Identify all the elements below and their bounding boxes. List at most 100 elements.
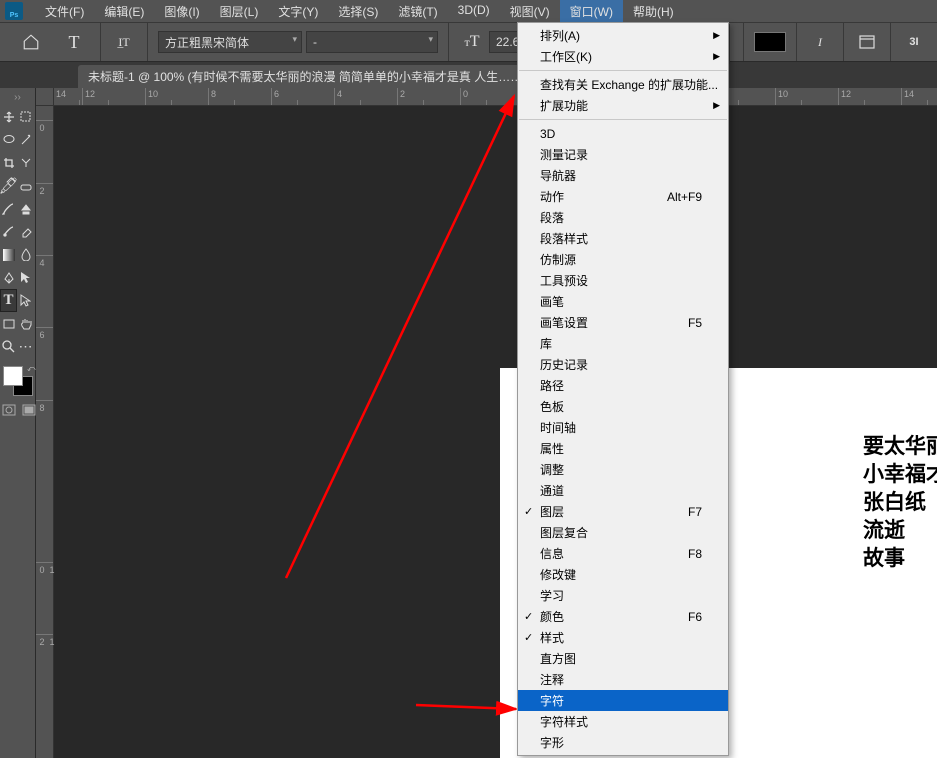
text-color-swatch[interactable] [754,32,786,52]
menu-3d[interactable]: 3D(D) [448,0,500,23]
menu-item-工作区K[interactable]: 工作区(K)▶ [518,46,728,67]
ruler-tick: 1 2 [36,634,53,636]
menu-item-测量记录[interactable]: 测量记录 [518,144,728,165]
menu-item-信息[interactable]: 信息F8 [518,543,728,564]
horizontal-ruler[interactable]: 141210864202468101214 [53,88,937,106]
quickmask-icon[interactable] [2,404,16,419]
ruler-origin[interactable] [36,88,54,106]
menu-视图[interactable]: 视图(V) [500,0,560,23]
menu-item-调整[interactable]: 调整 [518,459,728,480]
brush-tool[interactable] [0,197,17,220]
options-bar: T I̲T ▾ ▾ тT I 3I [0,22,937,62]
chevron-down-icon[interactable]: ▾ [428,34,433,45]
foreground-swatch[interactable] [3,366,23,386]
pen-tool[interactable] [0,266,17,289]
color-swatches[interactable]: ⤺ [3,366,33,396]
lasso-tool[interactable] [0,128,17,151]
text-orientation-icon[interactable]: I̲T [114,32,134,52]
home-icon[interactable] [21,32,41,52]
menu-item-库[interactable]: 库 [518,333,728,354]
menu-item-字符[interactable]: 字符 [518,690,728,711]
menu-item-时间轴[interactable]: 时间轴 [518,417,728,438]
character-panel-icon[interactable] [857,32,877,52]
zoom-tool[interactable] [0,335,17,358]
menu-选择[interactable]: 选择(S) [328,0,388,23]
menu-item-属性[interactable]: 属性 [518,438,728,459]
warp-text-icon[interactable]: I [810,32,830,52]
menu-item-学习[interactable]: 学习 [518,585,728,606]
menu-item-字符样式[interactable]: 字符样式 [518,711,728,732]
history-brush-tool[interactable] [0,220,17,243]
menu-item-仿制源[interactable]: 仿制源 [518,249,728,270]
toolbox-grip-icon[interactable]: ›› [0,92,35,103]
menu-item-排列A[interactable]: 排列(A)▶ [518,25,728,46]
menu-item-颜色[interactable]: 颜色F6 [518,606,728,627]
menu-item-色板[interactable]: 色板 [518,396,728,417]
clone-stamp-tool[interactable] [17,197,34,220]
font-style-select[interactable] [306,31,438,53]
ruler-tick: 8 [208,88,271,105]
menu-滤镜[interactable]: 滤镜(T) [388,0,447,23]
menu-item-历史记录[interactable]: 历史记录 [518,354,728,375]
menu-item-样式[interactable]: 样式 [518,627,728,648]
ruler-tick: 2 [397,88,460,105]
menu-图层[interactable]: 图层(L) [210,0,269,23]
swap-colors-icon[interactable]: ⤺ [27,364,35,372]
menu-item-工具预设[interactable]: 工具预设 [518,270,728,291]
hand-tool[interactable] [17,312,34,335]
menu-item-路径[interactable]: 路径 [518,375,728,396]
eyedropper-tool[interactable]: 🖋 [0,174,17,197]
window-menu-dropdown: 排列(A)▶工作区(K)▶ 查找有关 Exchange 的扩展功能...扩展功能▶… [517,22,729,756]
magic-wand-tool[interactable] [17,128,34,151]
ruler-tick: 0 [460,88,523,105]
menu-窗口[interactable]: 窗口(W) [560,0,623,23]
eraser-tool[interactable] [17,220,34,243]
menu-item-导航器[interactable]: 导航器 [518,165,728,186]
menu-item-直方图[interactable]: 直方图 [518,648,728,669]
menu-item-通道[interactable]: 通道 [518,480,728,501]
vertical-ruler[interactable]: 024681 01 2 [36,105,54,758]
ruler-tick: 4 [36,255,53,257]
menu-item-图层复合[interactable]: 图层复合 [518,522,728,543]
chevron-down-icon[interactable]: ▾ [292,34,297,45]
path-selection-tool[interactable] [17,266,34,289]
ruler-tick: 14 [53,88,82,105]
menu-编辑[interactable]: 编辑(E) [94,0,154,23]
canvas-area[interactable]: 141210864202468101214 024681 01 2 要太华丽的浪… [36,88,937,758]
type-tool[interactable]: T [0,289,17,312]
menu-item-图层[interactable]: 图层F7 [518,501,728,522]
menu-item-查找有关Exchange的扩展功能[interactable]: 查找有关 Exchange 的扩展功能... [518,74,728,95]
slice-tool[interactable] [17,151,34,174]
menu-文件[interactable]: 文件(F) [35,0,94,23]
text-layer-content[interactable]: 要太华丽的浪漫小幸福才是真张白纸流逝故事 [863,433,937,573]
ruler-tick: 12 [838,88,901,105]
menu-item-修改键[interactable]: 修改键 [518,564,728,585]
menu-item-注释[interactable]: 注释 [518,669,728,690]
blur-tool[interactable] [17,243,34,266]
menu-item-画笔设置[interactable]: 画笔设置F5 [518,312,728,333]
menu-item-段落[interactable]: 段落 [518,207,728,228]
crop-tool[interactable] [0,151,17,174]
menu-文字[interactable]: 文字(Y) [268,0,328,23]
menu-item-3D[interactable]: 3D [518,123,728,144]
gradient-tool[interactable] [0,243,17,266]
menu-帮助[interactable]: 帮助(H) [623,0,684,23]
move-tool[interactable] [0,105,17,128]
ruler-tick: 0 [36,120,53,122]
menu-item-字形[interactable]: 字形 [518,732,728,753]
menu-item-段落样式[interactable]: 段落样式 [518,228,728,249]
menu-item-动作[interactable]: 动作Alt+F9 [518,186,728,207]
direct-selection-tool[interactable] [17,289,34,312]
menu-item-扩展功能[interactable]: 扩展功能▶ [518,95,728,116]
menu-图像[interactable]: 图像(I) [154,0,209,23]
screenmode-icon[interactable] [22,404,36,419]
healing-brush-tool[interactable] [17,174,34,197]
rectangle-tool[interactable] [0,312,17,335]
edit-toolbar-icon[interactable]: ⋯ [17,335,34,358]
view-3d-icon[interactable]: 3I [904,32,924,52]
marquee-tool[interactable] [17,105,34,128]
font-family-select[interactable] [158,31,302,53]
ruler-tick: 12 [82,88,145,105]
menu-item-画笔[interactable]: 画笔 [518,291,728,312]
menubar: 文件(F)编辑(E)图像(I)图层(L)文字(Y)选择(S)滤镜(T)3D(D)… [35,0,684,23]
